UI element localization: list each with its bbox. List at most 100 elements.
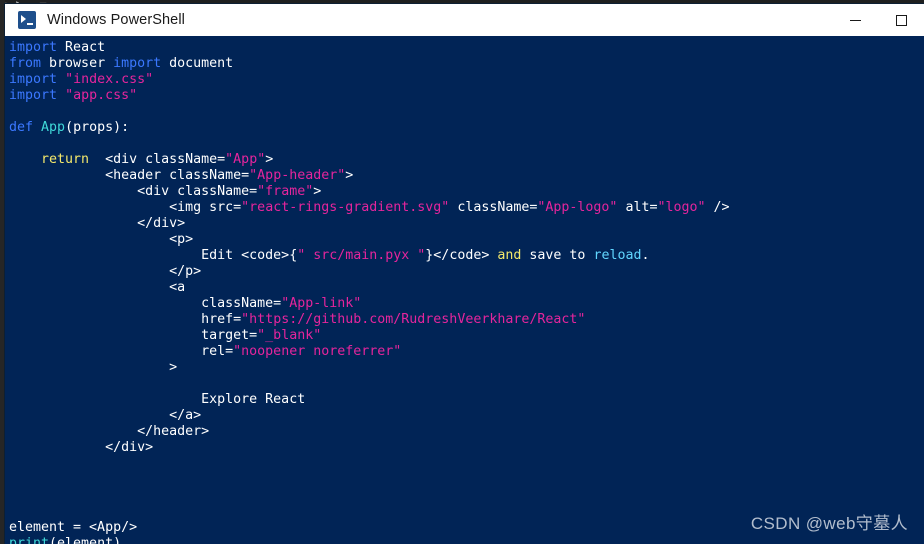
console-line: from browser import document [9,56,924,72]
code-token: . [641,248,650,263]
code-token: /> [705,200,730,215]
code-token: def [9,120,34,135]
code-token: <p> [9,232,194,247]
code-token: </header> [9,424,210,439]
minimize-button[interactable] [832,4,878,36]
code-token: }</code> [425,248,498,263]
code-token: <header className= [9,168,250,183]
code-token: "App" [225,152,266,167]
code-token: save to [521,248,594,263]
code-token: (props): [65,120,130,135]
desktop-screen: □ ♪ ▴ ▼ Windows PowerShell import Reactf… [0,0,924,544]
code-token: element = <App/> [9,520,138,535]
maximize-icon [895,14,907,26]
code-token: > [345,168,354,183]
code-token: target= [9,328,258,343]
code-token: "react-rings-gradient.svg" [241,200,450,215]
code-token: browser [41,56,114,71]
console-line: </a> [9,408,924,424]
console-line: rel="noopener noreferrer" [9,344,924,360]
code-token: className= [449,200,538,215]
console-line: Explore React [9,392,924,408]
console-line: print(element) [9,536,924,544]
console-line: <img src="react-rings-gradient.svg" clas… [9,200,924,216]
code-token: Explore React [9,392,306,407]
code-token: App [41,120,66,135]
code-token: "App-logo" [537,200,618,215]
maximize-button[interactable] [878,4,924,36]
code-token: "App-link" [281,296,362,311]
console-line: def App(props): [9,120,924,136]
console-line: target="_blank" [9,328,924,344]
window-title: Windows PowerShell [47,12,185,28]
code-token: <a [9,280,186,295]
console-line: Edit <code>{" src/main.pyx "}</code> and… [9,248,924,264]
console-output-area[interactable]: import React from browser import document… [5,36,924,544]
code-token: document [161,56,234,71]
code-token: React [57,40,106,55]
code-token: import [9,88,58,103]
code-token: "noopener noreferrer" [233,344,402,359]
code-token: import [9,40,58,55]
code-token: " src/main.pyx " [297,248,426,263]
console-line: > [9,360,924,376]
code-token: import [113,56,162,71]
console-line: import "index.css" [9,72,924,88]
code-token: Edit <code>{ [9,248,298,263]
code-token: and [497,248,522,263]
console-line: href="https://github.com/RudreshVeerkhar… [9,312,924,328]
console-line: element = <App/> [9,520,924,536]
code-token: import [9,72,58,87]
code-token: from [9,56,42,71]
minimize-icon [849,19,861,21]
code-token: className= [9,296,282,311]
code-token: alt= [617,200,658,215]
code-token: </div> [9,216,186,231]
code-token: </div> [9,440,154,455]
code-token: "_blank" [257,328,322,343]
code-token: (element) [49,536,122,544]
console-line: </p> [9,264,924,280]
code-token: "App-header" [249,168,346,183]
console-line: </div> [9,440,924,456]
code-token: </p> [9,264,202,279]
console-line: import React [9,40,924,56]
code-token: "frame" [257,184,314,199]
powershell-icon [18,11,36,29]
console-line: <div className="frame"> [9,184,924,200]
console-line: return <div className="App"> [9,152,924,168]
code-token: "app.css" [65,88,138,103]
code-token: "https://github.com/RudreshVeerkhare/Rea… [241,312,586,327]
console-line: <a [9,280,924,296]
console-line: <p> [9,232,924,248]
window-titlebar[interactable]: Windows PowerShell [5,4,924,36]
code-token: reload [593,248,642,263]
code-token: rel= [9,344,234,359]
code-token: <div className= [9,184,258,199]
code-token: href= [9,312,242,327]
console-line: <header className="App-header"> [9,168,924,184]
console-line: className="App-link" [9,296,924,312]
code-token: > [9,360,178,375]
console-line: </div> [9,216,924,232]
code-token: <div className= [89,152,226,167]
code-token: </a> [9,408,202,423]
code-token: > [313,184,322,199]
code-token: <img src= [9,200,242,215]
code-token: return [41,152,90,167]
code-token: > [265,152,274,167]
powershell-window: Windows PowerShell import React from brow… [5,4,924,544]
code-token: "logo" [657,200,706,215]
code-token: print [9,536,50,544]
